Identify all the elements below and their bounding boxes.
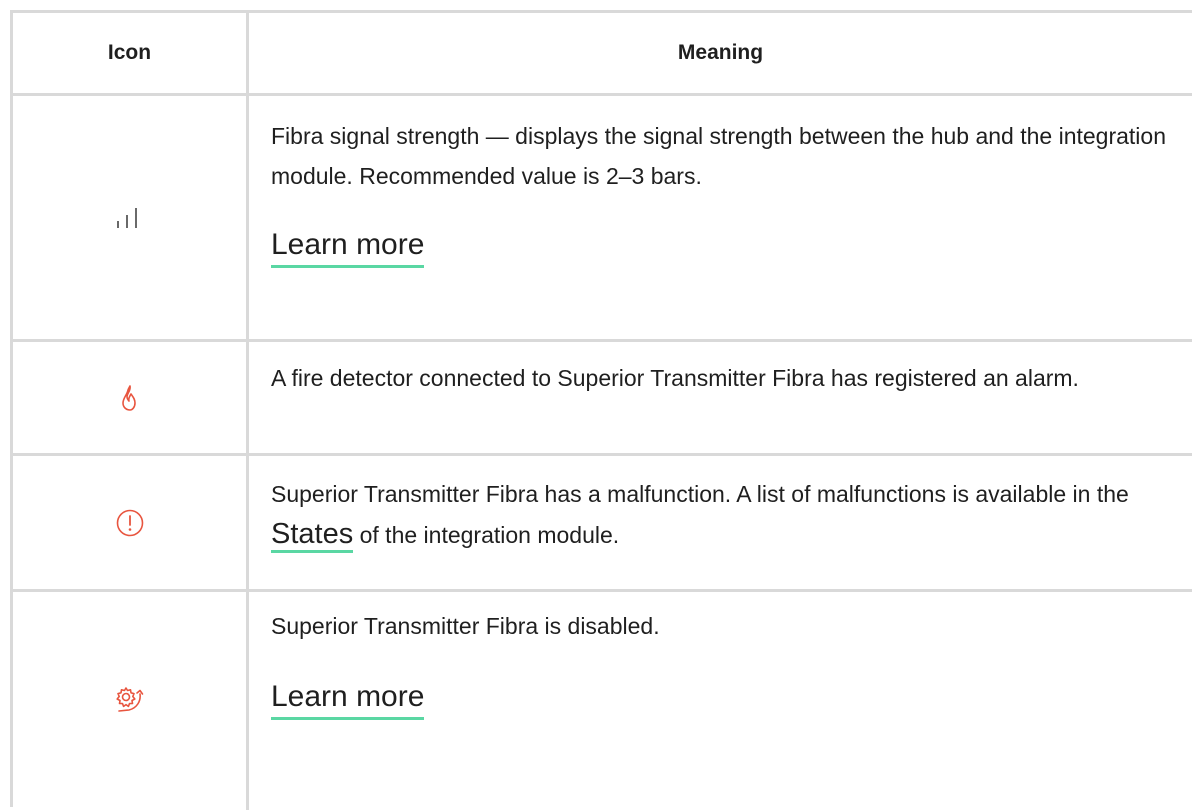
table-row: A fire detector connected to Superior Tr… — [13, 342, 1192, 456]
icon-cell — [13, 342, 249, 453]
meaning-cell: Superior Transmitter Fibra is disabled. … — [249, 592, 1192, 810]
learn-more-link[interactable]: Learn more — [271, 227, 425, 268]
fire-icon — [118, 384, 142, 412]
device-disabled-icon — [113, 684, 147, 714]
meaning-text: Fibra signal strength — displays the sig… — [271, 123, 1167, 189]
learn-more-link[interactable]: Learn more — [271, 679, 425, 720]
table-row: Superior Transmitter Fibra has a malfunc… — [13, 456, 1192, 592]
meaning-text: Superior Transmitter Fibra is disabled. — [271, 613, 660, 639]
meaning-cell: Superior Transmitter Fibra has a malfunc… — [249, 456, 1192, 589]
table-header-row: Icon Meaning — [13, 13, 1192, 96]
table-row: Fibra signal strength — displays the sig… — [13, 96, 1192, 342]
alert-icon — [115, 508, 145, 538]
signal-strength-icon — [115, 206, 145, 230]
states-link[interactable]: States — [271, 518, 354, 553]
table-row: Superior Transmitter Fibra is disabled. … — [13, 592, 1192, 810]
header-icon-cell: Icon — [13, 13, 249, 93]
icon-cell — [13, 456, 249, 589]
meaning-text-after: of the integration module. — [359, 522, 620, 548]
icon-cell — [13, 592, 249, 810]
meaning-text: Superior Transmitter Fibra has a malfunc… — [271, 481, 1129, 507]
meaning-text: A fire detector connected to Superior Tr… — [271, 365, 1079, 391]
meaning-cell: Fibra signal strength — displays the sig… — [249, 96, 1192, 339]
header-meaning-cell: Meaning — [677, 41, 764, 64]
icon-cell — [13, 96, 249, 339]
icon-meaning-table: Icon Meaning Fibra signal strength — dis… — [10, 10, 1192, 810]
meaning-cell: A fire detector connected to Superior Tr… — [249, 342, 1192, 453]
